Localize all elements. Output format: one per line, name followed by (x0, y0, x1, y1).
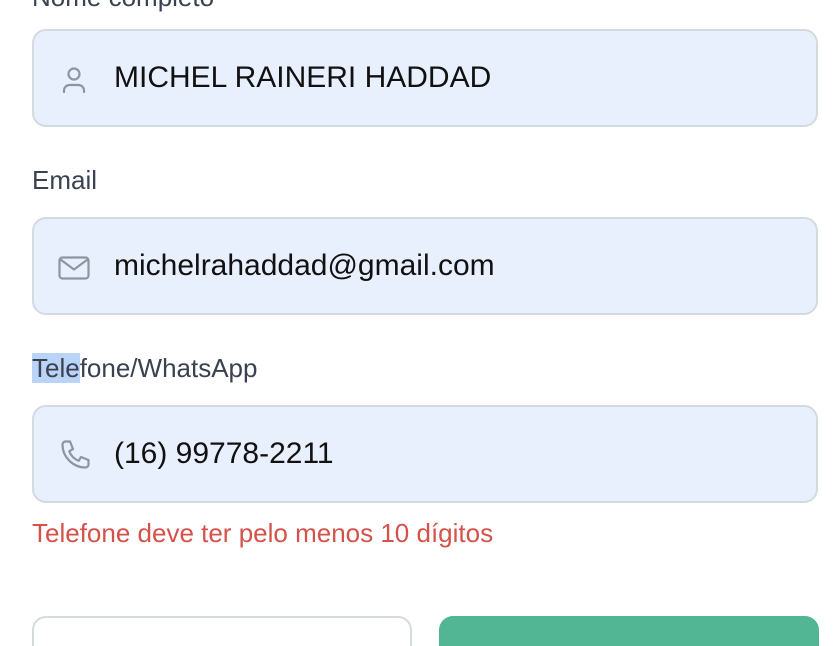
phone-field[interactable] (32, 405, 818, 503)
phone-label-rest: fone/WhatsApp (79, 353, 258, 383)
phone-icon (56, 438, 92, 474)
phone-error-message: Telefone deve ter pelo menos 10 dígitos (32, 518, 494, 548)
full-name-label: Nome completo (32, 0, 214, 13)
email-label: Email (32, 165, 98, 195)
full-name-field[interactable] (32, 29, 818, 127)
phone-label-selected-text: Tele (32, 353, 80, 383)
primary-button[interactable] (439, 616, 819, 646)
secondary-button[interactable] (32, 616, 412, 646)
email-field[interactable] (32, 217, 818, 315)
full-name-input[interactable] (114, 31, 796, 125)
phone-label: Telefone/WhatsApp (32, 352, 257, 384)
user-icon (56, 62, 92, 98)
phone-input[interactable] (114, 407, 796, 501)
email-input[interactable] (114, 219, 796, 313)
mail-icon (56, 250, 92, 286)
